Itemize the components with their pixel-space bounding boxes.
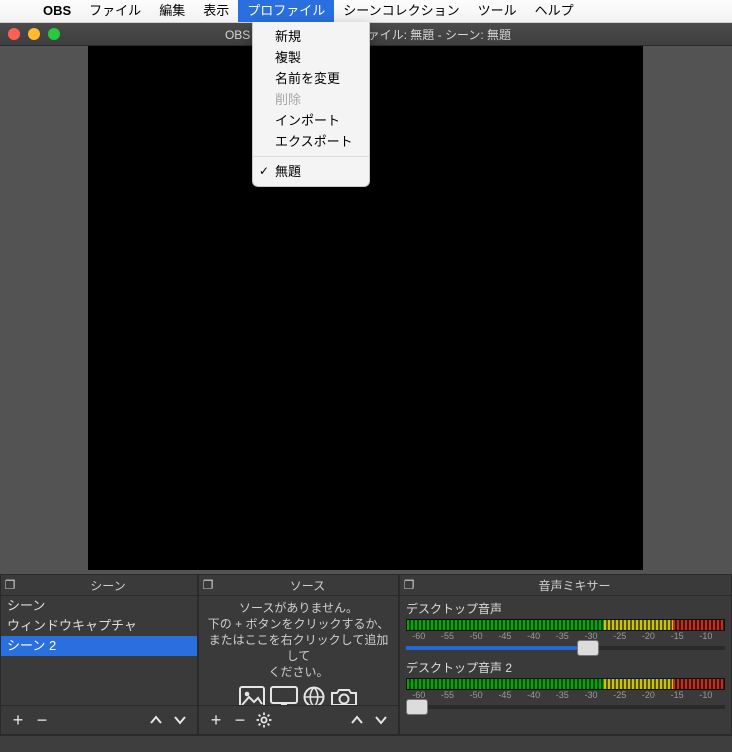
menu-help[interactable]: ヘルプ bbox=[526, 0, 583, 22]
scene-down-button[interactable] bbox=[169, 709, 191, 731]
mixer-ticks: -60 -55 -50 -45 -40 -35 -30 -25 -20 -15 … bbox=[406, 631, 725, 641]
menu-tools[interactable]: ツール bbox=[469, 0, 526, 22]
menu-scene-collection[interactable]: シーンコレクション bbox=[334, 0, 468, 22]
scene-item-selected[interactable]: シーン 2 bbox=[1, 636, 197, 656]
sources-panel: ❐ ソース ソースがありません。 下の + ボタンをクリックするか、 またはここ… bbox=[198, 575, 399, 735]
menubar-appname[interactable]: OBS bbox=[34, 0, 80, 22]
globe-icon bbox=[302, 686, 326, 705]
slider-knob[interactable] bbox=[406, 699, 428, 715]
mixer-track-2: デスクトップ音声 2 -60 -55 -50 -45 -40 -35 -30 -… bbox=[406, 659, 725, 712]
source-down-button[interactable] bbox=[370, 709, 392, 731]
sources-toolbar: + − bbox=[199, 705, 398, 734]
window-statusbar bbox=[0, 735, 732, 752]
profile-menu-rename[interactable]: 名前を変更 bbox=[253, 68, 369, 89]
chevron-up-icon bbox=[149, 713, 163, 727]
remove-source-button[interactable]: − bbox=[229, 709, 251, 731]
profile-menu-export[interactable]: エクスポート bbox=[253, 131, 369, 152]
scenes-panel: ❐ シーン シーン ウィンドウキャプチャ シーン 2 + − bbox=[0, 575, 198, 735]
scene-item[interactable]: シーン bbox=[1, 596, 197, 616]
scenes-toolbar: + − bbox=[1, 705, 197, 734]
mixer-track-2-meter bbox=[406, 678, 725, 690]
profile-menu-dropdown: 新規 複製 名前を変更 削除 インポート エクスポート 無題 bbox=[252, 22, 370, 187]
menu-file[interactable]: ファイル bbox=[80, 0, 150, 22]
profile-menu-separator bbox=[253, 156, 369, 157]
profile-menu-import[interactable]: インポート bbox=[253, 110, 369, 131]
dock-icon[interactable]: ❐ bbox=[400, 578, 418, 592]
profile-menu-new[interactable]: 新規 bbox=[253, 26, 369, 47]
dock-icon[interactable]: ❐ bbox=[199, 578, 217, 592]
profile-menu-delete: 削除 bbox=[253, 89, 369, 110]
scene-item[interactable]: ウィンドウキャプチャ bbox=[1, 616, 197, 636]
window-minimize-button[interactable] bbox=[28, 28, 40, 40]
image-icon bbox=[239, 686, 265, 705]
scenes-list: シーン ウィンドウキャプチャ シーン 2 bbox=[1, 596, 197, 656]
mixer-track-1-volume-slider[interactable] bbox=[406, 643, 725, 653]
add-scene-button[interactable]: + bbox=[7, 709, 29, 731]
gear-icon bbox=[256, 712, 272, 728]
menu-edit[interactable]: 編集 bbox=[150, 0, 194, 22]
mixer-track-1: デスクトップ音声 -60 -55 -50 -45 -40 -35 -30 -25… bbox=[406, 600, 725, 653]
source-settings-button[interactable] bbox=[253, 709, 275, 731]
mixer-track-2-volume-slider[interactable] bbox=[406, 702, 725, 712]
window-zoom-button[interactable] bbox=[48, 28, 60, 40]
mixer-track-1-meter bbox=[406, 619, 725, 631]
remove-scene-button[interactable]: − bbox=[31, 709, 53, 731]
chevron-up-icon bbox=[350, 713, 364, 727]
monitor-icon bbox=[269, 686, 299, 705]
sources-panel-title: ソース bbox=[217, 577, 398, 594]
menu-view[interactable]: 表示 bbox=[194, 0, 238, 22]
audio-mixer-panel: ❐ 音声ミキサー デスクトップ音声 -60 -55 -50 -45 -40 -3… bbox=[399, 575, 732, 735]
scene-up-button[interactable] bbox=[145, 709, 167, 731]
dock-icon[interactable]: ❐ bbox=[1, 578, 19, 592]
scenes-panel-title: シーン bbox=[19, 577, 197, 594]
source-up-button[interactable] bbox=[346, 709, 368, 731]
chevron-down-icon bbox=[374, 713, 388, 727]
profile-menu-current[interactable]: 無題 bbox=[253, 161, 369, 182]
menu-profile[interactable]: プロファイル bbox=[238, 0, 334, 22]
profile-menu-duplicate[interactable]: 複製 bbox=[253, 47, 369, 68]
sources-empty-hint: ソースがありません。 下の + ボタンをクリックするか、 またはここを右クリック… bbox=[199, 596, 398, 680]
mixer-track-2-label: デスクトップ音声 2 bbox=[406, 659, 725, 676]
sources-body[interactable]: ソースがありません。 下の + ボタンをクリックするか、 またはここを右クリック… bbox=[199, 596, 398, 705]
mac-menubar: OBS ファイル 編集 表示 プロファイル シーンコレクション ツール ヘルプ bbox=[0, 0, 732, 23]
window-close-button[interactable] bbox=[8, 28, 20, 40]
mixer-panel-title: 音声ミキサー bbox=[418, 577, 731, 594]
mixer-ticks: -60 -55 -50 -45 -40 -35 -30 -25 -20 -15 … bbox=[406, 690, 725, 700]
add-source-button[interactable]: + bbox=[205, 709, 227, 731]
chevron-down-icon bbox=[173, 713, 187, 727]
mixer-track-1-label: デスクトップ音声 bbox=[406, 600, 725, 617]
camera-icon bbox=[330, 686, 358, 705]
slider-knob[interactable] bbox=[577, 640, 599, 656]
